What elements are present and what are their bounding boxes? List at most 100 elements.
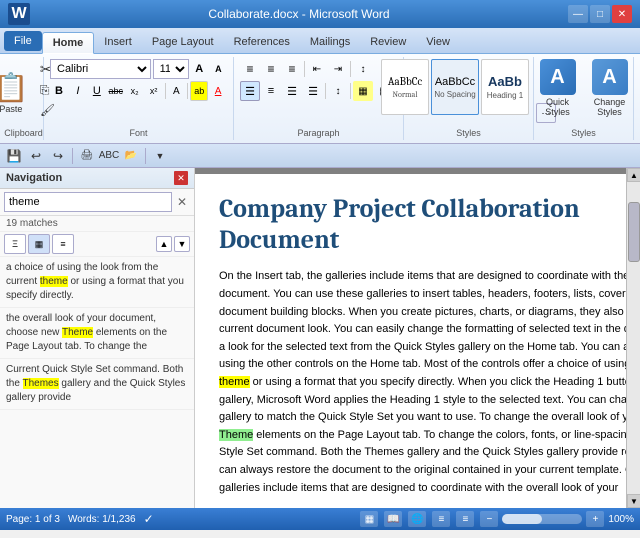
- nav-pages-btn[interactable]: ▦: [28, 234, 50, 254]
- nav-prev-button[interactable]: ▲: [156, 236, 172, 252]
- strikethrough-button[interactable]: abc: [107, 81, 125, 101]
- normal-style[interactable]: AaBbCc Normal: [381, 59, 429, 115]
- nav-matches: 19 matches: [0, 216, 194, 232]
- shading-button[interactable]: ▦: [353, 81, 373, 101]
- ribbon-group-styles: AaBbCc Normal AaBbCc No Spacing AaBb Hea…: [404, 57, 534, 140]
- increase-indent-button[interactable]: ⇥: [328, 59, 348, 79]
- nav-search-row: ✕: [0, 189, 194, 216]
- line-spacing-button[interactable]: ↕: [328, 81, 348, 101]
- ribbon-group-font: Calibri 11 A A B I U abc x₂ x² A ab A: [44, 57, 234, 140]
- zoom-minus-button[interactable]: −: [480, 511, 498, 527]
- align-right-button[interactable]: ☰: [282, 81, 302, 101]
- document-area-wrapper: Company Project CollaborationDocument On…: [195, 168, 640, 508]
- nav-view-buttons: Ξ ▦ ≡ ▲ ▼: [0, 232, 194, 257]
- nav-title: Navigation: [6, 172, 62, 184]
- nav-search-clear-button[interactable]: ✕: [174, 194, 190, 210]
- ribbon: 📋 Paste ✂ ⎘ 🖌 Clipboard Calibri 11 A A: [0, 54, 640, 144]
- paste-button[interactable]: 📋 Paste: [0, 59, 34, 125]
- list-item[interactable]: the overall look of your document, choos…: [0, 308, 194, 359]
- styles-label: Styles: [456, 126, 481, 138]
- numbering-button[interactable]: ≡: [261, 59, 281, 79]
- heading1-style[interactable]: AaBb Heading 1: [481, 59, 529, 115]
- zoom-plus-button[interactable]: +: [586, 511, 604, 527]
- list-item[interactable]: a choice of using the look from the curr…: [0, 257, 194, 308]
- nav-search-input[interactable]: [4, 192, 172, 212]
- decrease-indent-button[interactable]: ⇤: [307, 59, 327, 79]
- customize-qa-button[interactable]: ▼: [150, 146, 170, 166]
- shrink-font-button[interactable]: A: [210, 59, 227, 79]
- change-styles-button[interactable]: A ChangeStyles: [586, 59, 634, 117]
- spell-check-button[interactable]: ABC: [99, 146, 119, 166]
- redo-button-qa[interactable]: ↪: [48, 146, 68, 166]
- justify-button[interactable]: ☰: [303, 81, 323, 101]
- scrollbar-thumb[interactable]: [628, 202, 640, 262]
- tab-home[interactable]: Home: [42, 32, 95, 54]
- italic-button[interactable]: I: [69, 81, 87, 101]
- font-name-select[interactable]: Calibri: [50, 59, 151, 79]
- sort-button[interactable]: ↕: [353, 59, 373, 79]
- ribbon-group-quick-styles: A QuickStyles A ChangeStyles Styles: [534, 57, 634, 140]
- tab-references[interactable]: References: [224, 31, 300, 53]
- minimize-button[interactable]: —: [568, 5, 588, 23]
- tab-view[interactable]: View: [416, 31, 460, 53]
- bold-button[interactable]: B: [50, 81, 68, 101]
- nav-headings-btn[interactable]: Ξ: [4, 234, 26, 254]
- word-icon: W: [8, 3, 30, 25]
- nav-close-button[interactable]: ✕: [174, 171, 188, 185]
- multilevel-button[interactable]: ≡: [282, 59, 302, 79]
- subscript-button[interactable]: x₂: [126, 81, 144, 101]
- nav-next-button[interactable]: ▼: [174, 236, 190, 252]
- no-spacing-style[interactable]: AaBbCc No Spacing: [431, 59, 479, 115]
- tab-mailings[interactable]: Mailings: [300, 31, 360, 53]
- outline-view-button[interactable]: ≡: [432, 511, 450, 527]
- grow-font-button[interactable]: A: [191, 59, 208, 79]
- scrollbar-up-button[interactable]: ▲: [627, 168, 640, 182]
- font-size-select[interactable]: 11: [153, 59, 189, 79]
- open-button[interactable]: 📂: [121, 146, 141, 166]
- status-left: Page: 1 of 3 Words: 1/1,236 ✓: [6, 512, 154, 526]
- print-layout-view-button[interactable]: ▦: [360, 511, 378, 527]
- nav-results-btn[interactable]: ≡: [52, 234, 74, 254]
- clipboard-label: Clipboard: [4, 126, 43, 138]
- undo-button-qa[interactable]: ↩: [26, 146, 46, 166]
- document-body: On the Insert tab, the galleries include…: [219, 268, 626, 497]
- underline-button[interactable]: U: [88, 81, 106, 101]
- draft-view-button[interactable]: ≡: [456, 511, 474, 527]
- maximize-button[interactable]: □: [590, 5, 610, 23]
- tab-file[interactable]: File: [4, 31, 42, 51]
- ribbon-group-clipboard: 📋 Paste ✂ ⎘ 🖌 Clipboard: [4, 57, 44, 140]
- ribbon-tabs: File Home Insert Page Layout References …: [0, 28, 640, 54]
- scrollbar-down-button[interactable]: ▼: [627, 494, 640, 508]
- bullets-button[interactable]: ≡: [240, 59, 260, 79]
- highlight-button[interactable]: ab: [190, 81, 208, 101]
- ribbon-group-editing: Find Replace Select Editing: [634, 57, 640, 140]
- superscript-button[interactable]: x²: [145, 81, 163, 101]
- document-page: Company Project CollaborationDocument On…: [195, 174, 626, 508]
- print-preview-button[interactable]: 🖨: [77, 146, 97, 166]
- nav-header: Navigation ✕: [0, 168, 194, 189]
- title-bar: W Collaborate.docx - Microsoft Word — □ …: [0, 0, 640, 28]
- clear-format-button[interactable]: A: [167, 81, 185, 101]
- document-scrollbar[interactable]: ▲ ▼: [626, 168, 640, 508]
- align-left-button[interactable]: ☰: [240, 81, 260, 101]
- save-button-qa[interactable]: 💾: [4, 146, 24, 166]
- font-color-button[interactable]: A: [209, 81, 227, 101]
- main-area: Navigation ✕ ✕ 19 matches Ξ ▦ ≡ ▲ ▼ a ch…: [0, 168, 640, 508]
- web-layout-view-button[interactable]: 🌐: [408, 511, 426, 527]
- full-reading-view-button[interactable]: 📖: [384, 511, 402, 527]
- quick-styles-button[interactable]: A QuickStyles: [534, 59, 582, 117]
- navigation-pane: Navigation ✕ ✕ 19 matches Ξ ▦ ≡ ▲ ▼ a ch…: [0, 168, 195, 508]
- document-scroll[interactable]: Company Project CollaborationDocument On…: [195, 168, 626, 508]
- spell-status: ✓: [144, 512, 154, 526]
- tab-review[interactable]: Review: [360, 31, 416, 53]
- tab-insert[interactable]: Insert: [94, 31, 142, 53]
- align-center-button[interactable]: ≡: [261, 81, 281, 101]
- status-bar: Page: 1 of 3 Words: 1/1,236 ✓ ▦ 📖 🌐 ≡ ≡ …: [0, 508, 640, 530]
- list-item[interactable]: Current Quick Style Set command. Both th…: [0, 359, 194, 410]
- document-area: Company Project CollaborationDocument On…: [195, 168, 626, 508]
- close-button[interactable]: ✕: [612, 5, 632, 23]
- status-right: ▦ 📖 🌐 ≡ ≡ − + 100%: [360, 511, 634, 527]
- tab-page-layout[interactable]: Page Layout: [142, 31, 224, 53]
- document-title: Company Project CollaborationDocument: [219, 194, 626, 256]
- zoom-slider[interactable]: [502, 514, 582, 524]
